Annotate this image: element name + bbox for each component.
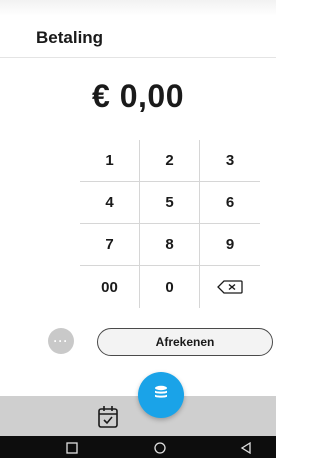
key-5[interactable]: 5 — [140, 182, 200, 224]
back-triangle-icon[interactable] — [240, 441, 252, 455]
key-8[interactable]: 8 — [140, 224, 200, 266]
bottom-bar — [0, 396, 276, 436]
keypad: 1 2 3 4 5 6 7 8 9 00 0 — [80, 140, 260, 308]
checkout-button[interactable]: Afrekenen — [97, 328, 273, 356]
key-3[interactable]: 3 — [200, 140, 260, 182]
calendar-check-icon[interactable] — [97, 405, 119, 429]
home-circle-icon[interactable] — [154, 441, 166, 454]
amount-display: € 0,00 — [92, 78, 184, 114]
header: Betaling — [0, 20, 276, 58]
backspace-button[interactable] — [200, 266, 260, 308]
key-1[interactable]: 1 — [80, 140, 140, 182]
key-9[interactable]: 9 — [200, 224, 260, 266]
system-nav-bar — [0, 436, 276, 458]
key-6[interactable]: 6 — [200, 182, 260, 224]
key-4[interactable]: 4 — [80, 182, 140, 224]
key-00[interactable]: 00 — [80, 266, 140, 308]
key-7[interactable]: 7 — [80, 224, 140, 266]
key-2[interactable]: 2 — [140, 140, 200, 182]
key-0[interactable]: 0 — [140, 266, 200, 308]
backspace-icon — [217, 280, 243, 294]
coins-stack-icon — [152, 384, 170, 407]
page-title: Betaling — [36, 28, 104, 47]
status-area — [0, 0, 276, 16]
recents-square-icon[interactable] — [66, 441, 78, 454]
more-options-button[interactable]: ··· — [48, 328, 74, 354]
payment-fab-button[interactable] — [138, 372, 184, 418]
